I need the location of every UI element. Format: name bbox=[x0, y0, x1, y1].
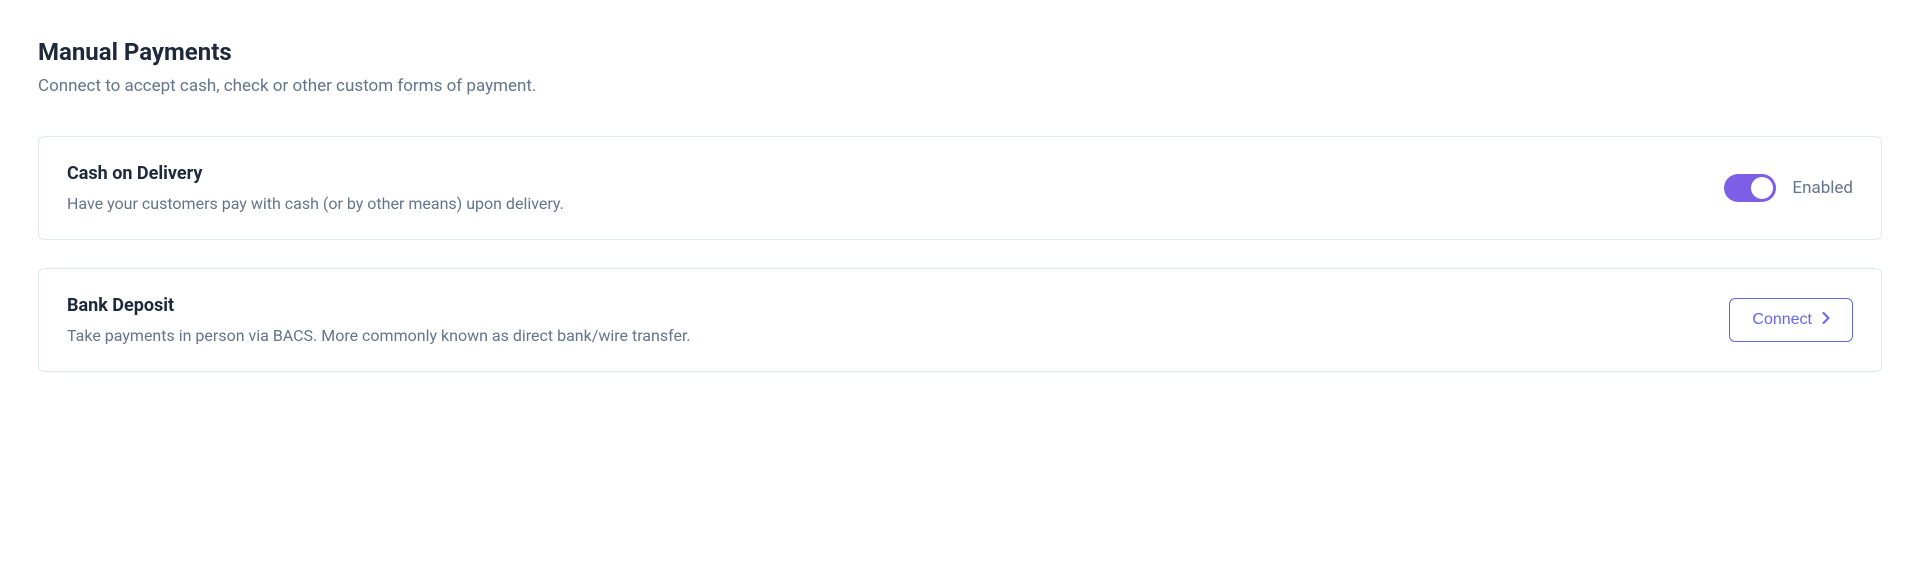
payment-method-description: Have your customers pay with cash (or by… bbox=[67, 194, 1724, 213]
card-actions: Connect bbox=[1729, 298, 1853, 342]
payment-method-title: Cash on Delivery bbox=[67, 163, 1724, 184]
card-content: Cash on Delivery Have your customers pay… bbox=[67, 163, 1724, 213]
toggle-knob bbox=[1751, 177, 1773, 199]
connect-button[interactable]: Connect bbox=[1729, 298, 1853, 342]
chevron-right-icon bbox=[1822, 311, 1830, 329]
payment-method-description: Take payments in person via BACS. More c… bbox=[67, 326, 1729, 345]
payment-method-title: Bank Deposit bbox=[67, 295, 1729, 316]
card-actions: Enabled bbox=[1724, 174, 1853, 202]
section-subtitle: Connect to accept cash, check or other c… bbox=[38, 76, 1882, 96]
section-title: Manual Payments bbox=[38, 38, 1882, 66]
toggle-status-label: Enabled bbox=[1792, 178, 1853, 198]
connect-button-label: Connect bbox=[1752, 311, 1812, 329]
enable-toggle[interactable] bbox=[1724, 174, 1776, 202]
payment-method-card-bank: Bank Deposit Take payments in person via… bbox=[38, 268, 1882, 372]
payment-method-card-cod: Cash on Delivery Have your customers pay… bbox=[38, 136, 1882, 240]
card-content: Bank Deposit Take payments in person via… bbox=[67, 295, 1729, 345]
